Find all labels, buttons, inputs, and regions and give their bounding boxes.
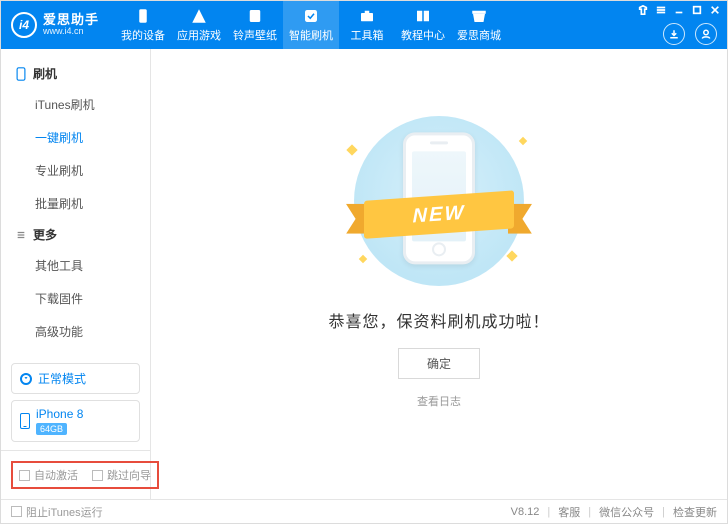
top-nav: 我的设备 应用游戏 铃声壁纸 智能刷机 工具箱 教程中心 爱思商城 [115, 1, 507, 49]
checkbox-label: 阻止iTunes运行 [26, 504, 103, 520]
wechat-link[interactable]: 微信公众号 [599, 504, 654, 520]
refresh-icon [20, 373, 32, 385]
support-link[interactable]: 客服 [558, 504, 580, 520]
window-controls [637, 4, 721, 16]
device-capacity-badge: 64GB [36, 423, 67, 435]
nav-ringtones[interactable]: 铃声壁纸 [227, 1, 283, 49]
sidebar-group-more[interactable]: 更多 [1, 220, 150, 249]
nav-label: 我的设备 [121, 27, 165, 43]
flash-options: 自动激活 跳过向导 [1, 450, 150, 499]
store-icon [470, 7, 488, 25]
check-update-link[interactable]: 检查更新 [673, 504, 717, 520]
device-mode-card[interactable]: 正常模式 [11, 363, 140, 394]
brand-subtitle: www.i4.cn [43, 27, 99, 37]
device-name: iPhone 8 [36, 407, 83, 421]
success-illustration: NEW [334, 116, 544, 286]
app-header: i4 爱思助手 www.i4.cn 我的设备 应用游戏 铃声壁纸 智能刷机 工具… [1, 1, 727, 49]
sidebar-item-advanced[interactable]: 高级功能 [1, 315, 150, 348]
more-icon [15, 229, 27, 241]
ribbon-text: NEW [364, 191, 514, 239]
user-button[interactable] [695, 23, 717, 45]
maximize-button[interactable] [691, 4, 703, 16]
book-icon [414, 7, 432, 25]
view-log-link[interactable]: 查看日志 [417, 393, 461, 409]
nav-label: 铃声壁纸 [233, 27, 277, 43]
minimize-button[interactable] [673, 4, 685, 16]
new-ribbon: NEW [364, 196, 514, 234]
apps-icon [190, 7, 208, 25]
checkbox-label: 跳过向导 [107, 467, 151, 483]
sidebar-group-flash[interactable]: 刷机 [1, 59, 150, 88]
checkbox-icon [19, 470, 30, 481]
nav-toolbox[interactable]: 工具箱 [339, 1, 395, 49]
nav-tutorials[interactable]: 教程中心 [395, 1, 451, 49]
device-mode-label: 正常模式 [38, 370, 86, 387]
nav-label: 智能刷机 [289, 27, 333, 43]
nav-flash[interactable]: 智能刷机 [283, 1, 339, 49]
checkbox-icon [92, 470, 103, 481]
sidebar-item-other-tools[interactable]: 其他工具 [1, 249, 150, 282]
nav-my-device[interactable]: 我的设备 [115, 1, 171, 49]
sidebar-item-pro-flash[interactable]: 专业刷机 [1, 154, 150, 187]
checkbox-block-itunes[interactable]: 阻止iTunes运行 [11, 504, 103, 520]
music-icon [246, 7, 264, 25]
checkbox-label: 自动激活 [34, 467, 78, 483]
checkbox-skip-guide[interactable]: 跳过向导 [92, 467, 151, 483]
checkbox-auto-activate[interactable]: 自动激活 [19, 467, 78, 483]
nav-label: 应用游戏 [177, 27, 221, 43]
ok-button[interactable]: 确定 [398, 348, 480, 379]
brand-area: i4 爱思助手 www.i4.cn [1, 1, 109, 49]
main-panel: NEW 恭喜您，保资料刷机成功啦！ 确定 查看日志 [151, 49, 727, 499]
header-actions [663, 23, 717, 45]
nav-store[interactable]: 爱思商城 [451, 1, 507, 49]
sidebar: 刷机 iTunes刷机 一键刷机 专业刷机 批量刷机 更多 其他工具 下载固件 … [1, 49, 151, 499]
menu-button[interactable] [655, 4, 667, 16]
toolbox-icon [358, 7, 376, 25]
sidebar-item-batch-flash[interactable]: 批量刷机 [1, 187, 150, 220]
group-title: 刷机 [33, 65, 57, 82]
close-button[interactable] [709, 4, 721, 16]
nav-apps[interactable]: 应用游戏 [171, 1, 227, 49]
nav-label: 爱思商城 [457, 27, 501, 43]
download-button[interactable] [663, 23, 685, 45]
status-bar: 阻止iTunes运行 V8.12 | 客服 | 微信公众号 | 检查更新 [1, 499, 727, 523]
highlighted-options: 自动激活 跳过向导 [11, 461, 159, 489]
sidebar-item-onekey-flash[interactable]: 一键刷机 [1, 121, 150, 154]
device-small-icon [15, 68, 27, 80]
sidebar-item-download-firmware[interactable]: 下载固件 [1, 282, 150, 315]
checkbox-icon [11, 506, 22, 517]
success-message: 恭喜您，保资料刷机成功啦！ [328, 308, 549, 332]
sidebar-item-itunes-flash[interactable]: iTunes刷机 [1, 88, 150, 121]
device-icon [134, 7, 152, 25]
brand-title: 爱思助手 [43, 13, 99, 27]
phone-icon [20, 413, 30, 429]
version-label: V8.12 [511, 506, 540, 518]
nav-label: 工具箱 [351, 27, 384, 43]
skin-button[interactable] [637, 4, 649, 16]
nav-label: 教程中心 [401, 27, 445, 43]
device-card[interactable]: iPhone 8 64GB [11, 400, 140, 442]
group-title: 更多 [33, 226, 57, 243]
logo-icon: i4 [11, 12, 37, 38]
flash-icon [302, 7, 320, 25]
